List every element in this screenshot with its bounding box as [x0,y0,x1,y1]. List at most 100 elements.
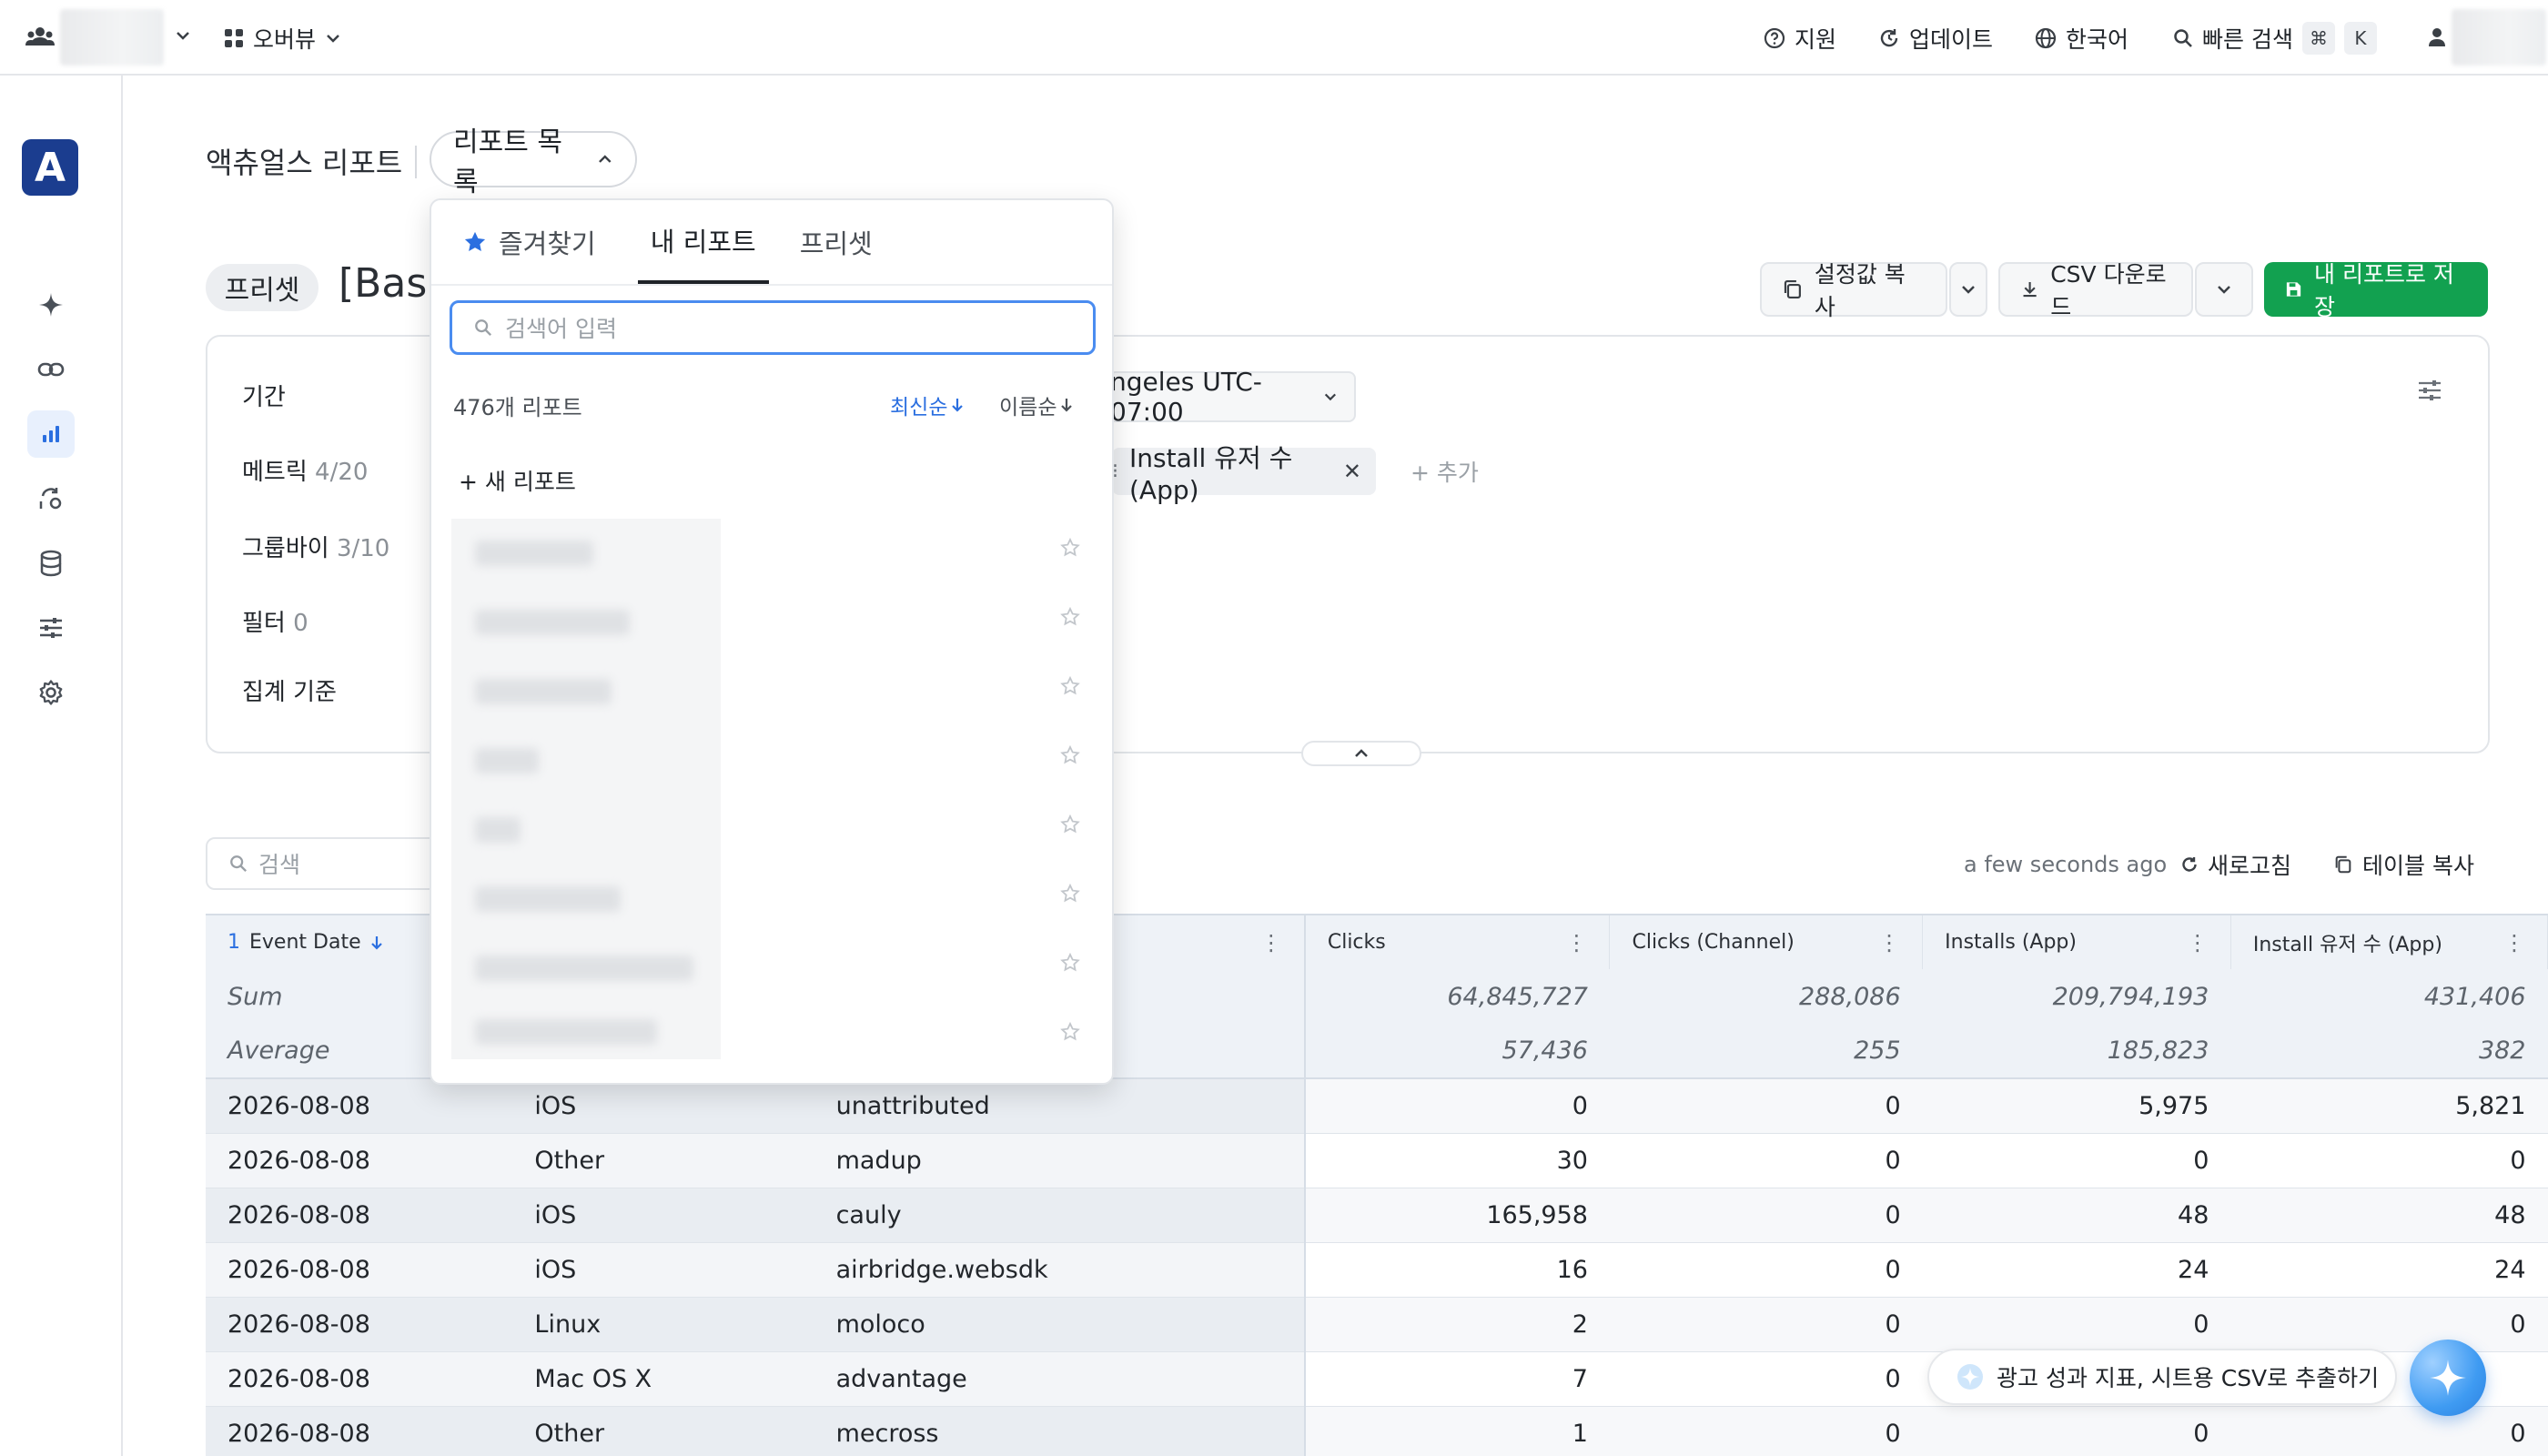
report-list-item[interactable] [451,795,721,864]
star-outline-icon[interactable] [1059,537,1081,559]
copy-settings-label: 설정값 복사 [1814,261,1906,320]
report-list-item[interactable] [451,934,721,1003]
copy-table-button[interactable]: 테이블 복사 [2333,848,2474,881]
collapse-panel-button[interactable] [1301,741,1421,766]
sidebar-item-ai[interactable] [27,281,75,329]
chevron-down-icon [1325,393,1337,401]
ai-assistant-button[interactable] [2410,1340,2486,1416]
report-list-item[interactable] [451,588,721,657]
sort-latest-button[interactable]: 최신순 [890,389,964,420]
column-menu-icon[interactable]: ⋮ [1260,930,1282,956]
report-list-item[interactable] [451,519,721,588]
sort-latest-label: 최신순 [890,396,948,420]
report-list-toggle[interactable]: 리포트 목록 [430,126,637,198]
column-menu-icon[interactable]: ⋮ [2187,930,2209,956]
team-icon[interactable] [25,25,55,47]
csv-download-menu-button[interactable] [2195,262,2253,317]
column-menu-icon[interactable]: ⋮ [1565,930,1587,956]
star-outline-icon[interactable] [1059,675,1081,697]
tab-favorites[interactable]: 즐겨찾기 [462,200,596,284]
cell-install-users: 0 [2230,1406,2548,1456]
support-label: 지원 [1795,26,1837,53]
chevron-down-icon [2218,286,2230,294]
column-header-install-users[interactable]: Install 유저 수 (App) ⋮ [2230,914,2548,969]
column-header-label: Clicks [1327,931,1386,954]
language-selector[interactable]: 한국어 [2035,18,2128,58]
star-outline-icon[interactable] [1059,1021,1081,1043]
panel-options-icon[interactable] [2417,379,2442,402]
column-menu-icon[interactable]: ⋮ [1878,930,1900,956]
page-breadcrumb: 액츄얼스 리포트 [206,146,403,180]
sidebar-item-settings[interactable] [27,669,75,716]
report-search-input[interactable]: 검색어 입력 [450,300,1096,355]
add-metric-button[interactable]: + 추가 [1410,455,1479,488]
sidebar-item-tracking[interactable] [27,604,75,652]
sort-name-button[interactable]: 이름순 [999,389,1073,420]
quick-search[interactable]: 빠른 검색 ⌘ K [2173,18,2377,58]
copy-settings-button[interactable]: 설정값 복사 [1760,261,1947,320]
remove-icon[interactable]: ✕ [1343,459,1361,484]
overview-menu[interactable]: 오버뷰 [224,18,341,58]
star-outline-icon[interactable] [1059,952,1081,974]
link-icon [37,362,65,377]
star-outline-icon[interactable] [1059,814,1081,835]
cell-clicks-channel: 0 [1609,1133,1923,1188]
average-clicks: 57,436 [1303,1024,1610,1079]
copy-settings-menu-button[interactable] [1949,262,1987,317]
new-report-button[interactable]: + 새 리포트 [459,464,576,497]
star-outline-icon[interactable] [1059,883,1081,905]
table-row[interactable]: 2026-08-08 iOS airbridge.websdk 16 0 24 … [206,1242,2548,1298]
star-outline-icon[interactable] [1059,606,1081,628]
column-header-label: Installs (App) [1945,931,2077,954]
column-menu-icon[interactable]: ⋮ [2503,930,2525,956]
sidebar-item-data[interactable] [27,540,75,587]
app-logo[interactable]: A [22,139,78,196]
table-row[interactable]: 2026-08-08 Other mecross 1 0 0 0 [206,1406,2548,1456]
updates-link[interactable]: 업데이트 [1878,18,1993,58]
refresh-button[interactable]: 새로고침 [2180,848,2291,881]
sidebar-item-integrations[interactable] [27,475,75,522]
table-row[interactable]: 2026-08-08 Other madup 30 0 0 0 [206,1133,2548,1188]
cell-event-date: 2026-08-08 [206,1406,513,1456]
report-list-item[interactable] [451,864,721,934]
table-row[interactable]: 2026-08-08 iOS unattributed 0 0 5,975 5,… [206,1078,2548,1134]
cell-channel: mecross [814,1406,1305,1456]
csv-download-button[interactable]: CSV 다운로드 [1998,261,2193,320]
language-label: 한국어 [2066,26,2129,53]
column-header-clicks[interactable]: Clicks ⋮ [1303,914,1611,969]
search-icon [2174,29,2192,47]
sidebar-item-reports[interactable] [27,410,75,458]
user-icon[interactable] [2428,27,2446,47]
metric-chip[interactable]: ⁝ Install 유저 수 (App) ✕ [1112,443,1376,505]
table-row[interactable]: 2026-08-08 Linux moloco 2 0 0 0 [206,1297,2548,1352]
timezone-selector[interactable]: ngeles UTC-07:00 [1108,367,1356,427]
workspace-name-redacted[interactable] [60,9,164,66]
chevron-down-icon[interactable] [175,29,191,42]
save-to-my-reports-button[interactable]: 내 리포트로 저장 [2264,261,2488,320]
report-list-item[interactable] [451,726,721,795]
timezone-label: ngeles UTC-07:00 [1110,367,1262,427]
star-outline-icon[interactable] [1059,744,1081,766]
cell-os: Mac OS X [512,1351,814,1407]
support-link[interactable]: 지원 [1764,18,1836,58]
sidebar-item-links[interactable] [27,346,75,393]
report-list-item[interactable] [451,657,721,726]
table-row[interactable]: 2026-08-08 iOS cauly 165,958 0 48 48 [206,1188,2548,1243]
table-search-input[interactable]: 검색 [206,837,442,890]
user-name-redacted[interactable] [2452,9,2546,66]
column-header-clicks-channel[interactable]: Clicks (Channel) ⋮ [1609,914,1924,969]
report-list-item[interactable] [451,1003,721,1059]
ai-suggestion-pill[interactable]: 광고 성과 지표, 시트용 CSV로 추출하기 [1927,1349,2397,1405]
column-header-installs-app[interactable]: Installs (App) ⋮ [1922,914,2231,969]
star-filled-icon [464,231,486,252]
tab-my-reports[interactable]: 내 리포트 [637,200,769,284]
shortcut-key-k: K [2343,22,2377,55]
chevron-down-icon [1962,286,1975,294]
filter-count: 0 [293,610,308,637]
grid-icon [225,29,243,47]
tab-presets[interactable]: 프리셋 [800,200,873,284]
cell-clicks-channel: 0 [1609,1078,1923,1134]
cell-os: iOS [512,1242,814,1298]
cell-channel: madup [814,1133,1305,1188]
report-search-placeholder: 검색어 입력 [505,316,617,342]
